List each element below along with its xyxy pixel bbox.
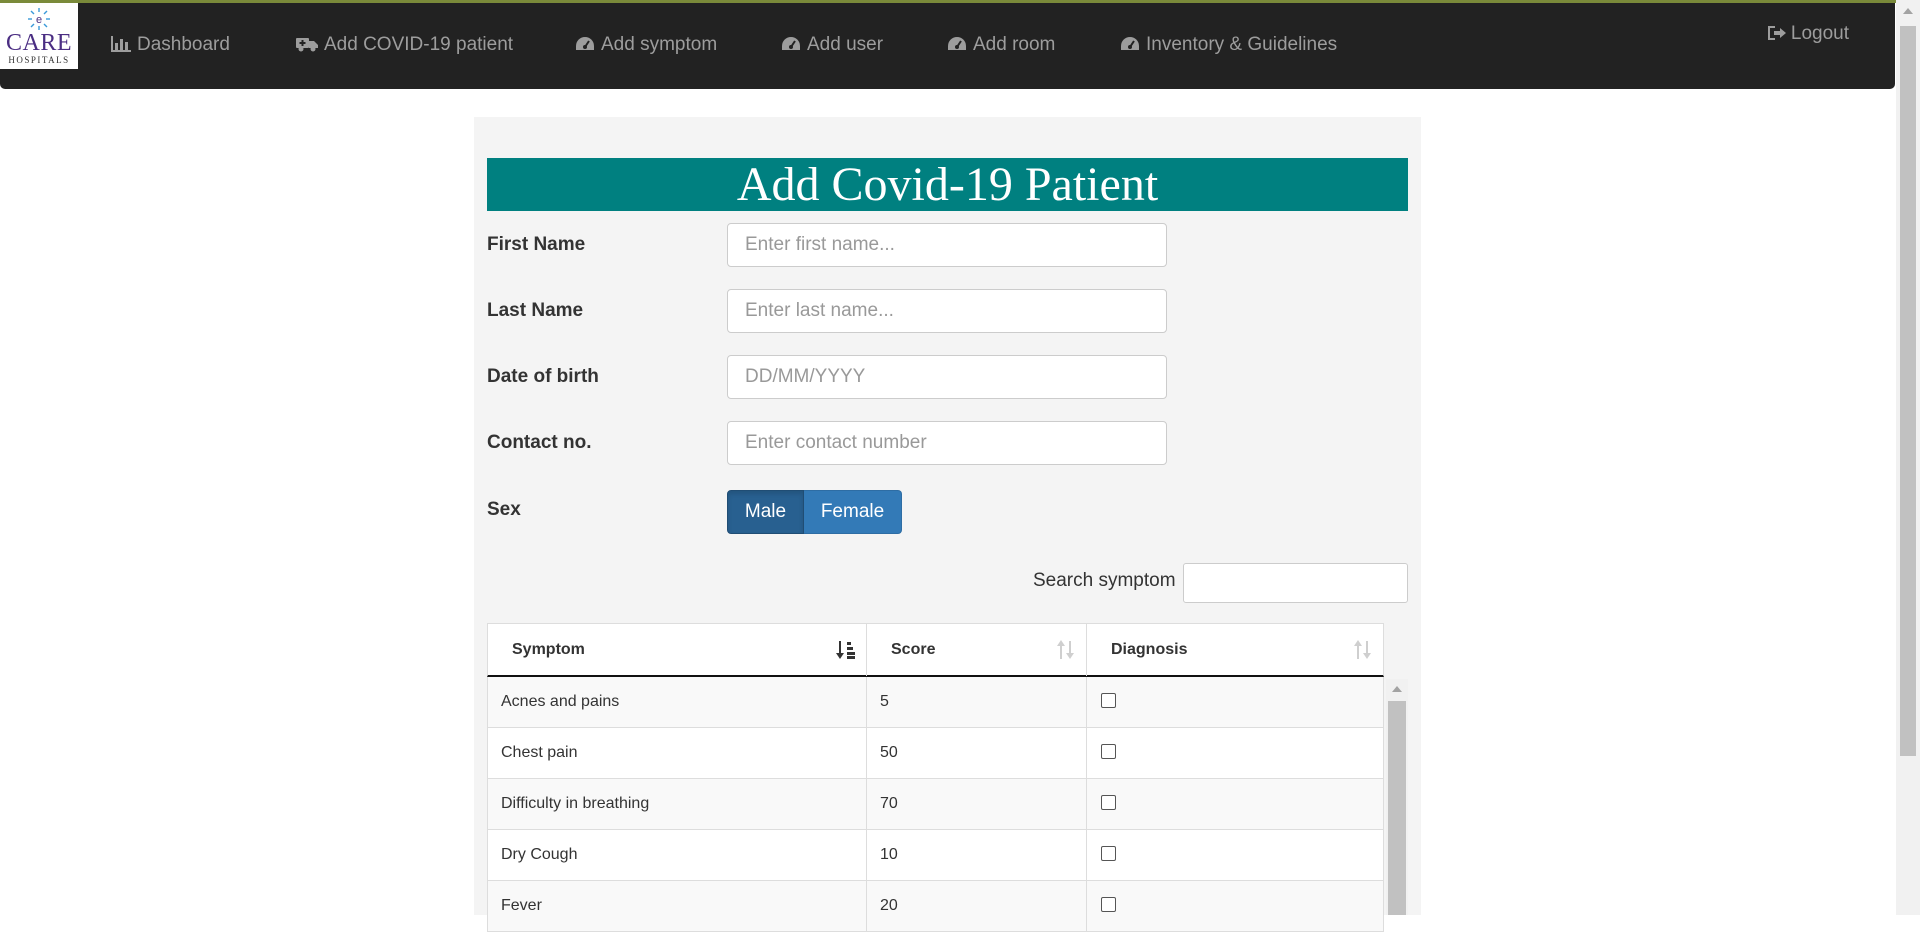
nav-add-symptom-label: Add symptom xyxy=(601,34,718,55)
symptom-table-header: Symptom Score Diagnosis xyxy=(487,623,1384,677)
navbar: e CARE HOSPITALS Dashboard Add COVID-19 … xyxy=(0,3,1895,89)
nav-dashboard-label: Dashboard xyxy=(137,34,230,55)
contact-input[interactable] xyxy=(727,421,1167,465)
dashboard-icon xyxy=(948,37,966,50)
dashboard-icon xyxy=(576,37,594,50)
table-row: Dry Cough 10 xyxy=(487,830,1384,881)
nav-add-room-label: Add room xyxy=(973,34,1056,55)
diagnosis-cell xyxy=(1087,830,1383,880)
diagnosis-checkbox[interactable] xyxy=(1101,795,1116,810)
last-name-input[interactable] xyxy=(727,289,1167,333)
logo-sun-icon: e xyxy=(28,8,50,30)
page-scrollbar-thumb[interactable] xyxy=(1900,26,1916,756)
score-cell: 10 xyxy=(867,830,1087,880)
scroll-up-arrow-icon[interactable] xyxy=(1903,8,1913,14)
table-row: Acnes and pains 5 xyxy=(487,677,1384,728)
sort-both-icon xyxy=(1354,640,1371,659)
nav-inventory-guidelines-label: Inventory & Guidelines xyxy=(1146,34,1338,55)
column-header-score[interactable]: Score xyxy=(867,624,1087,676)
sort-ascending-icon xyxy=(836,641,855,659)
symptom-table-body: Acnes and pains 5 Chest pain 50 Difficul… xyxy=(487,677,1384,932)
diagnosis-cell xyxy=(1087,728,1383,778)
nav-add-room[interactable]: Add room xyxy=(947,33,1055,57)
search-symptom-label: Search symptom xyxy=(1033,570,1176,591)
sort-both-icon xyxy=(1057,640,1074,659)
last-name-label: Last Name xyxy=(487,300,584,321)
table-row: Chest pain 50 xyxy=(487,728,1384,779)
logo[interactable]: e CARE HOSPITALS xyxy=(0,3,78,69)
nav-dashboard[interactable]: Dashboard xyxy=(111,33,230,57)
diagnosis-cell xyxy=(1087,779,1383,829)
nav-add-user[interactable]: Add user xyxy=(781,33,883,57)
table-scroll-up-arrow-icon[interactable] xyxy=(1392,686,1402,692)
nav-add-user-label: Add user xyxy=(807,34,884,55)
diagnosis-cell xyxy=(1087,677,1383,727)
logout-label: Logout xyxy=(1790,23,1849,44)
contact-label: Contact no. xyxy=(487,432,592,453)
page-title: Add Covid-19 Patient xyxy=(487,158,1408,211)
diagnosis-checkbox[interactable] xyxy=(1101,897,1116,912)
logo-subtitle: HOSPITALS xyxy=(8,55,70,65)
first-name-input[interactable] xyxy=(727,223,1167,267)
logout-icon xyxy=(1767,26,1786,40)
symptom-cell: Difficulty in breathing xyxy=(488,779,867,829)
bar-chart-icon xyxy=(111,36,131,52)
dob-label: Date of birth xyxy=(487,366,599,387)
sex-female-button[interactable]: Female xyxy=(804,490,902,534)
symptom-cell: Fever xyxy=(488,881,867,931)
nav-add-symptom[interactable]: Add symptom xyxy=(575,33,717,57)
column-header-score-label: Score xyxy=(891,641,936,658)
diagnosis-checkbox[interactable] xyxy=(1101,846,1116,861)
dob-input[interactable] xyxy=(727,355,1167,399)
column-header-diagnosis-label: Diagnosis xyxy=(1111,641,1188,658)
score-cell: 50 xyxy=(867,728,1087,778)
score-cell: 20 xyxy=(867,881,1087,931)
column-header-symptom-label: Symptom xyxy=(512,641,585,658)
page-scrollbar[interactable] xyxy=(1896,0,1920,915)
table-scrollbar[interactable] xyxy=(1386,679,1408,915)
table-row: Fever 20 xyxy=(487,881,1384,932)
nav-add-covid-patient-label: Add COVID-19 patient xyxy=(324,34,514,55)
logo-brand: CARE xyxy=(5,30,72,56)
add-patient-panel: Add Covid-19 Patient First Name Last Nam… xyxy=(474,117,1421,932)
dashboard-icon xyxy=(1121,37,1139,50)
logout-link[interactable]: Logout xyxy=(1767,23,1849,45)
sex-male-button[interactable]: Male xyxy=(727,490,804,534)
column-header-symptom[interactable]: Symptom xyxy=(488,624,867,676)
diagnosis-cell xyxy=(1087,881,1383,931)
search-symptom-input[interactable] xyxy=(1183,563,1408,603)
sex-label: Sex xyxy=(487,499,521,520)
sex-toggle-group: Male Female xyxy=(727,490,902,534)
score-cell: 5 xyxy=(867,677,1087,727)
nav-inventory-guidelines[interactable]: Inventory & Guidelines xyxy=(1120,33,1337,57)
ambulance-icon xyxy=(296,38,318,52)
symptom-cell: Dry Cough xyxy=(488,830,867,880)
diagnosis-checkbox[interactable] xyxy=(1101,693,1116,708)
diagnosis-checkbox[interactable] xyxy=(1101,744,1116,759)
score-cell: 70 xyxy=(867,779,1087,829)
svg-text:e: e xyxy=(36,14,42,26)
dashboard-icon xyxy=(782,37,800,50)
table-row: Difficulty in breathing 70 xyxy=(487,779,1384,830)
nav-add-covid-patient[interactable]: Add COVID-19 patient xyxy=(296,33,513,57)
table-scrollbar-thumb[interactable] xyxy=(1388,701,1406,915)
symptom-cell: Chest pain xyxy=(488,728,867,778)
column-header-diagnosis[interactable]: Diagnosis xyxy=(1087,624,1383,676)
first-name-label: First Name xyxy=(487,234,586,255)
symptom-cell: Acnes and pains xyxy=(488,677,867,727)
